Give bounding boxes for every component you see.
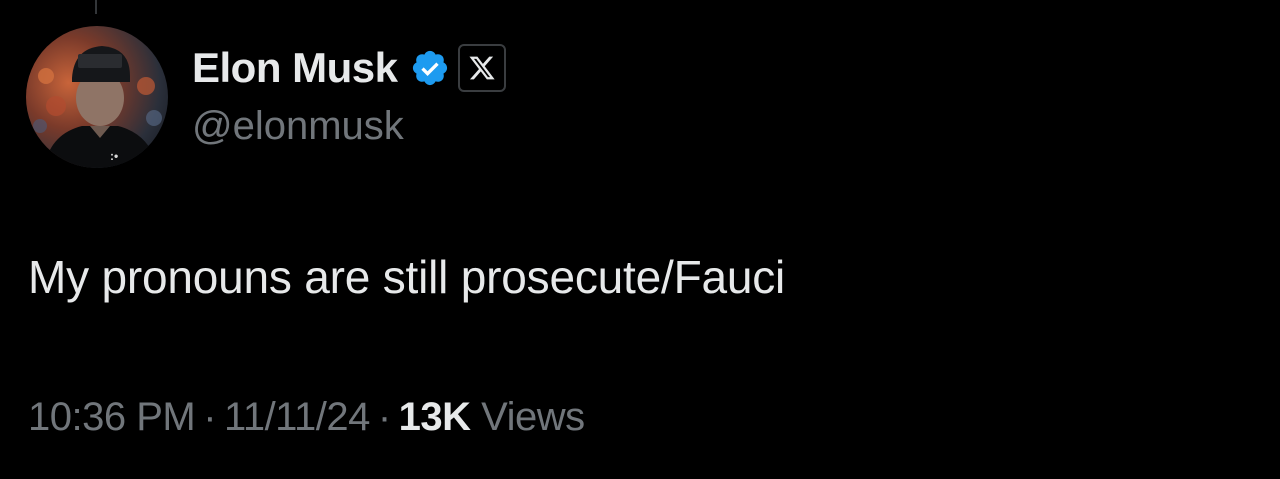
author-row: Elon Musk: [192, 40, 506, 96]
svg-text::•: :•: [110, 149, 118, 163]
meta-separator: ·: [377, 395, 391, 439]
avatar-photo: :•: [33, 46, 162, 168]
views-count[interactable]: 13K: [399, 395, 471, 439]
tweet-time[interactable]: 10:36 PM: [28, 395, 196, 439]
tweet-date[interactable]: 11/11/24: [224, 395, 370, 439]
tweet-text: My pronouns are still prosecute/Fauci: [28, 251, 786, 303]
meta-separator: ·: [203, 395, 217, 439]
avatar[interactable]: :•: [26, 26, 168, 168]
tweet-meta: 10:36 PM · 11/11/24 · 13K Views: [28, 395, 585, 440]
thread-connector-line: [95, 0, 97, 14]
views-label[interactable]: Views: [481, 395, 585, 439]
x-logo-icon[interactable]: [457, 44, 506, 92]
display-name[interactable]: Elon Musk: [192, 44, 398, 92]
verified-badge-icon[interactable]: [410, 48, 450, 88]
author-handle[interactable]: @elonmusk: [192, 104, 404, 149]
